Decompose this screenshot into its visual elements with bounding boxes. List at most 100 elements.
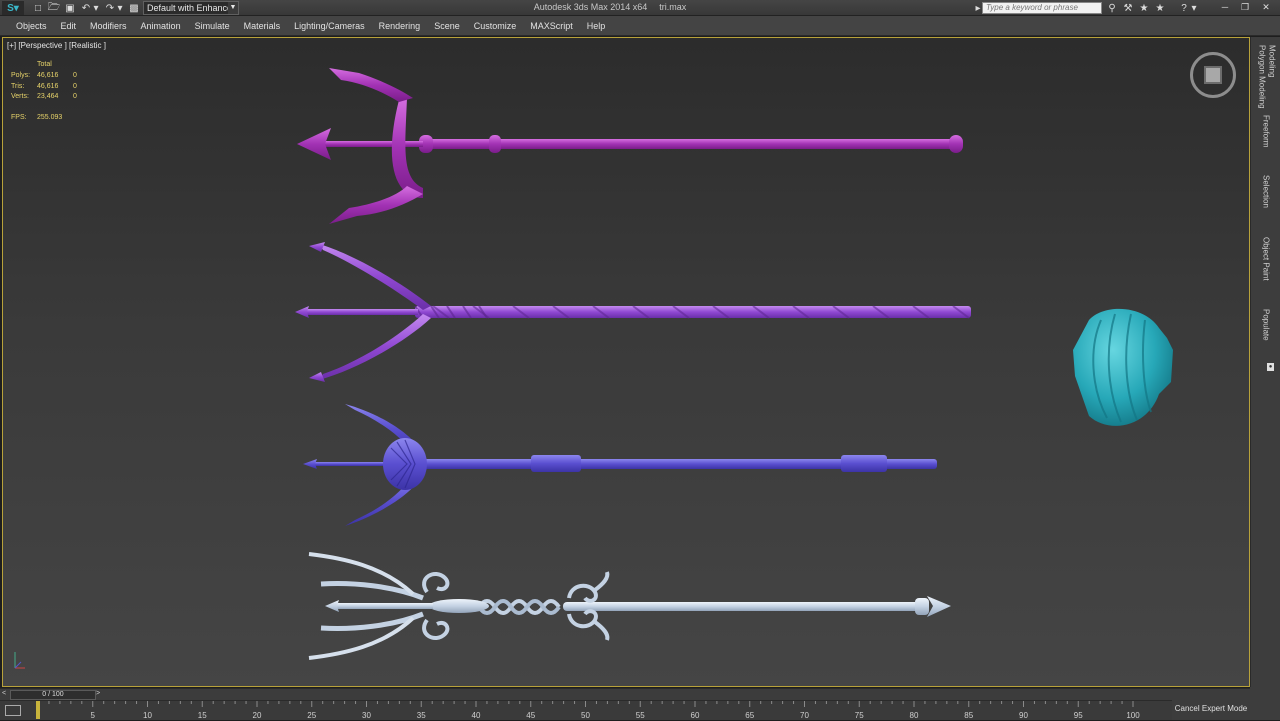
- trident-1[interactable]: [297, 68, 963, 224]
- close-icon[interactable]: ✕: [1256, 1, 1276, 13]
- trident-2-center-prong: [303, 309, 418, 315]
- statistics-overlay: Total Polys: 46,616 0 Tris: 46,616 0 Ver…: [11, 60, 85, 124]
- redo-icon[interactable]: ↷: [104, 1, 116, 15]
- viewcube-face[interactable]: [1204, 66, 1222, 84]
- trident-4-collar: [915, 598, 929, 615]
- ribbon-tab-selection[interactable]: Selection: [1251, 175, 1280, 208]
- perspective-viewport[interactable]: [+] [Perspective ] [Realistic ] Total Po…: [2, 37, 1250, 687]
- prev-frame-button[interactable]: <: [2, 690, 6, 697]
- menu-edit[interactable]: Edit: [54, 21, 84, 31]
- time-slider-thumb[interactable]: 0 / 100: [10, 690, 96, 700]
- trackbar-tick-label: 85: [964, 711, 973, 720]
- menu-customize[interactable]: Customize: [467, 21, 524, 31]
- trident-3-grip-2: [841, 455, 887, 472]
- fps-label: FPS:: [11, 114, 27, 122]
- trident-4-center-prong: [333, 603, 433, 609]
- time-slider[interactable]: < 0 / 100 >: [0, 688, 1250, 700]
- workspace-preset-label: Default with Enhance: [147, 3, 233, 13]
- trackbar-tick-label: 70: [800, 711, 809, 720]
- workspace-preset-select[interactable]: Default with Enhance ▼: [143, 1, 239, 15]
- trackbar-tick-label: 55: [636, 711, 645, 720]
- help-dropdown-icon[interactable]: ▾: [1190, 1, 1198, 15]
- help-icon[interactable]: ?: [1178, 1, 1190, 15]
- trackbar-tick-label: 5: [91, 711, 96, 720]
- trackbar-tick-label: 50: [581, 711, 590, 720]
- subscription-icon[interactable]: ★: [1138, 1, 1150, 15]
- stats-label: Polys:: [11, 71, 31, 79]
- menu-objects[interactable]: Objects: [9, 21, 54, 31]
- trident-2-center-tip: [295, 306, 309, 318]
- menu-animation[interactable]: Animation: [134, 21, 188, 31]
- trident-1-ring: [489, 135, 501, 153]
- search-input[interactable]: Type a keyword or phrase: [982, 2, 1102, 14]
- tools-icon[interactable]: ⚒: [1122, 1, 1134, 15]
- shell[interactable]: [1073, 308, 1173, 426]
- fps-value: 255.093: [37, 114, 63, 122]
- menu-materials[interactable]: Materials: [237, 21, 288, 31]
- menu-maxscript[interactable]: MAXScript: [523, 21, 580, 31]
- next-frame-button[interactable]: >: [96, 690, 100, 697]
- scene-canvas[interactable]: [3, 38, 1249, 686]
- ribbon-tab-modeling[interactable]: Polygon Modeling Modeling: [1251, 45, 1280, 109]
- trackbar-tick-label: 40: [472, 711, 481, 720]
- ribbon-tab-modeling-label[interactable]: Modeling: [1268, 45, 1277, 109]
- viewport-label[interactable]: [+] [Perspective ] [Realistic ]: [7, 41, 106, 50]
- trident-4-butt-spike: [927, 596, 951, 617]
- ribbon-tab-populate[interactable]: Populate: [1251, 309, 1280, 341]
- menu-simulate[interactable]: Simulate: [188, 21, 237, 31]
- menu-lighting-cameras[interactable]: Lighting/Cameras: [287, 21, 372, 31]
- corner-panel: [1250, 687, 1280, 720]
- ribbon-tab-object-paint[interactable]: Object Paint: [1251, 237, 1280, 281]
- trackbar-tick-label: 10: [143, 711, 152, 720]
- ribbon-tab-polygon-modeling-label[interactable]: Polygon Modeling: [1258, 45, 1267, 109]
- trackbar[interactable]: 5 10 15 20 25 30 35 40 45 50 55 60 65 70 75 80 85 90 95 100: [0, 700, 1172, 720]
- trident-2[interactable]: [295, 242, 971, 382]
- stats-row-verts: Verts: 23,464 0: [11, 92, 85, 103]
- trident-4[interactable]: [308, 552, 951, 660]
- viewcube[interactable]: [1190, 52, 1236, 98]
- mini-curve-editor-icon[interactable]: [5, 705, 21, 716]
- trident-2-lower-prong: [319, 314, 431, 380]
- minimize-icon[interactable]: ─: [1215, 1, 1235, 13]
- expand-arrow-icon[interactable]: ▸: [974, 1, 982, 15]
- trackbar-tick-label: 30: [362, 711, 371, 720]
- undo-dropdown-icon[interactable]: ▾: [92, 1, 100, 15]
- redo-dropdown-icon[interactable]: ▾: [116, 1, 124, 15]
- trident-4-center-tip: [325, 600, 339, 612]
- trackbar-ruler[interactable]: 5 10 15 20 25 30 35 40 45 50 55 60 65 70 75 80 85 90 95 100: [0, 701, 1172, 721]
- trident-2-upper-prong: [319, 244, 431, 310]
- ribbon-options-icon[interactable]: ●: [1267, 363, 1274, 371]
- app-logo-icon[interactable]: S▾: [2, 1, 24, 15]
- ribbon-tab-freeform[interactable]: Freeform: [1251, 115, 1280, 147]
- save-file-icon[interactable]: ▣: [64, 1, 76, 15]
- app-title: Autodesk 3ds Max 2014 x64: [533, 2, 648, 12]
- menu-scene[interactable]: Scene: [427, 21, 467, 31]
- maximize-icon[interactable]: ❐: [1235, 1, 1255, 13]
- project-folder-icon[interactable]: ▩: [128, 1, 140, 15]
- search-icon[interactable]: ⚲: [1106, 1, 1118, 15]
- undo-icon[interactable]: ↶: [80, 1, 92, 15]
- title-bar: S▾ □ 🗁 ▣ ↶ ▾ ↷ ▾ ▩ Default with Enhance …: [0, 0, 1280, 16]
- communication-icon[interactable]: ★: [1154, 1, 1166, 15]
- cancel-expert-mode-button[interactable]: Cancel Expert Mode: [1172, 696, 1250, 720]
- menu-modifiers[interactable]: Modifiers: [83, 21, 134, 31]
- menu-rendering[interactable]: Rendering: [372, 21, 428, 31]
- stats-selected: 0: [73, 71, 77, 79]
- ribbon-tab-label: Object Paint: [1261, 237, 1271, 281]
- trident-1-lower-prong: [329, 186, 423, 224]
- trident-4-head-core: [429, 599, 489, 613]
- trident-3[interactable]: [303, 404, 937, 526]
- trident-4-guard-lower: [567, 609, 610, 641]
- menu-help[interactable]: Help: [580, 21, 613, 31]
- trident-2-lower-tip: [309, 372, 325, 382]
- stats-total: 46,616: [37, 82, 59, 90]
- ribbon-tab-label: Selection: [1261, 175, 1271, 208]
- trident-2-upper-tip: [309, 242, 325, 252]
- stats-row-tris: Tris: 46,616 0: [11, 82, 85, 93]
- new-file-icon[interactable]: □: [32, 1, 44, 15]
- trackbar-tick-label: 15: [198, 711, 207, 720]
- shell-body: [1073, 308, 1173, 426]
- open-file-icon[interactable]: 🗁: [48, 1, 60, 15]
- current-frame-marker[interactable]: [36, 701, 40, 719]
- trackbar-tick-label: 95: [1074, 711, 1083, 720]
